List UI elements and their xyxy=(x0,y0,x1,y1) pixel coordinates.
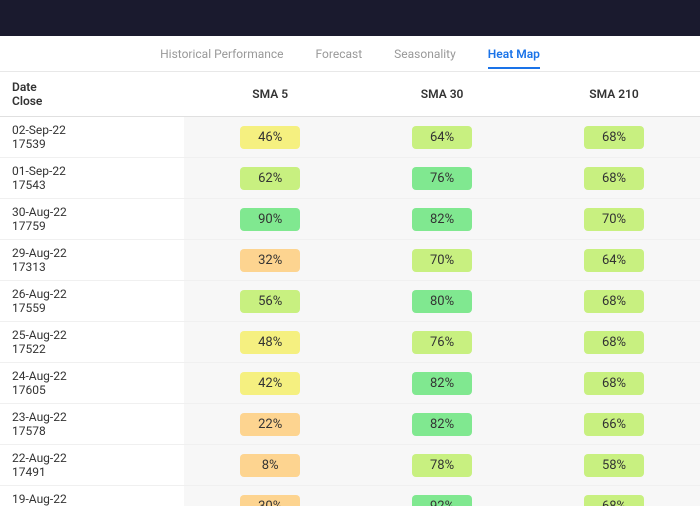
cell-value-sma5: 46% xyxy=(240,126,300,149)
cell-sma30: 82% xyxy=(356,199,528,240)
cell-value-sma30: 82% xyxy=(412,413,472,436)
cell-sma210: 68% xyxy=(528,117,700,158)
cell-value-sma210: 68% xyxy=(584,126,644,149)
cell-value-sma210: 68% xyxy=(584,372,644,395)
cell-sma5: 42% xyxy=(184,363,356,404)
tab-heatmap[interactable]: Heat Map xyxy=(488,47,540,69)
cell-value-sma30: 70% xyxy=(412,249,472,272)
cell-date: 22-Aug-2217491 xyxy=(0,445,184,486)
tabs-bar: Historical Performance Forecast Seasonalit… xyxy=(0,36,700,72)
cell-value-sma5: 62% xyxy=(240,167,300,190)
cell-sma210: 58% xyxy=(528,445,700,486)
cell-date: 26-Aug-2217559 xyxy=(0,281,184,322)
cell-value-sma5: 32% xyxy=(240,249,300,272)
table-row: 02-Sep-2217539 46% 64% 68% xyxy=(0,117,700,158)
cell-sma5: 90% xyxy=(184,199,356,240)
cell-sma30: 64% xyxy=(356,117,528,158)
cell-sma30: 78% xyxy=(356,445,528,486)
cell-value-sma5: 8% xyxy=(240,454,300,477)
cell-sma210: 68% xyxy=(528,486,700,506)
cell-value-sma210: 68% xyxy=(584,167,644,190)
cell-value-sma30: 80% xyxy=(412,290,472,313)
cell-sma210: 70% xyxy=(528,199,700,240)
cell-sma5: 22% xyxy=(184,404,356,445)
cell-date: 25-Aug-2217522 xyxy=(0,322,184,363)
cell-value-sma30: 82% xyxy=(412,208,472,231)
table-row: 26-Aug-2217559 56% 80% 68% xyxy=(0,281,700,322)
cell-sma5: 32% xyxy=(184,240,356,281)
cell-value-sma30: 64% xyxy=(412,126,472,149)
tab-forecast[interactable]: Forecast xyxy=(316,47,363,69)
cell-sma30: 92% xyxy=(356,486,528,506)
cell-value-sma5: 42% xyxy=(240,372,300,395)
cell-value-sma30: 78% xyxy=(412,454,472,477)
table-row: 22-Aug-2217491 8% 78% 58% xyxy=(0,445,700,486)
header xyxy=(0,0,700,36)
cell-date: 01-Sep-2217543 xyxy=(0,158,184,199)
cell-sma5: 8% xyxy=(184,445,356,486)
cell-sma210: 64% xyxy=(528,240,700,281)
cell-date: 19-Aug-2217758 xyxy=(0,486,184,506)
cell-sma30: 70% xyxy=(356,240,528,281)
col-header-date: DateClose xyxy=(0,72,184,117)
cell-sma5: 62% xyxy=(184,158,356,199)
cell-sma30: 80% xyxy=(356,281,528,322)
cell-value-sma210: 64% xyxy=(584,249,644,272)
cell-sma5: 56% xyxy=(184,281,356,322)
cell-sma30: 76% xyxy=(356,322,528,363)
cell-value-sma210: 58% xyxy=(584,454,644,477)
tab-historical[interactable]: Historical Performance xyxy=(160,47,283,69)
table-container: DateCloseSMA 5SMA 30SMA 210 02-Sep-22175… xyxy=(0,72,700,506)
cell-value-sma5: 48% xyxy=(240,331,300,354)
cell-date: 29-Aug-2217313 xyxy=(0,240,184,281)
cell-value-sma5: 56% xyxy=(240,290,300,313)
cell-value-sma210: 68% xyxy=(584,331,644,354)
table-row: 29-Aug-2217313 32% 70% 64% xyxy=(0,240,700,281)
table-row: 01-Sep-2217543 62% 76% 68% xyxy=(0,158,700,199)
table-row: 23-Aug-2217578 22% 82% 66% xyxy=(0,404,700,445)
cell-value-sma210: 68% xyxy=(584,290,644,313)
cell-sma5: 30% xyxy=(184,486,356,506)
cell-value-sma210: 68% xyxy=(584,495,644,506)
table-row: 19-Aug-2217758 30% 92% 68% xyxy=(0,486,700,506)
table-row: 24-Aug-2217605 42% 82% 68% xyxy=(0,363,700,404)
cell-value-sma210: 66% xyxy=(584,413,644,436)
cell-sma210: 68% xyxy=(528,322,700,363)
col-header-sma30: SMA 30 xyxy=(356,72,528,117)
tab-seasonality[interactable]: Seasonality xyxy=(394,47,456,69)
cell-date: 23-Aug-2217578 xyxy=(0,404,184,445)
heatmap-table: DateCloseSMA 5SMA 30SMA 210 02-Sep-22175… xyxy=(0,72,700,506)
col-header-sma5: SMA 5 xyxy=(184,72,356,117)
cell-value-sma30: 76% xyxy=(412,167,472,190)
cell-date: 24-Aug-2217605 xyxy=(0,363,184,404)
cell-sma210: 66% xyxy=(528,404,700,445)
cell-sma210: 68% xyxy=(528,363,700,404)
table-row: 25-Aug-2217522 48% 76% 68% xyxy=(0,322,700,363)
cell-value-sma5: 22% xyxy=(240,413,300,436)
cell-sma210: 68% xyxy=(528,158,700,199)
cell-value-sma5: 90% xyxy=(240,208,300,231)
cell-value-sma30: 92% xyxy=(412,495,472,506)
cell-value-sma210: 70% xyxy=(584,208,644,231)
cell-date: 02-Sep-2217539 xyxy=(0,117,184,158)
cell-value-sma5: 30% xyxy=(240,495,300,506)
table-row: 30-Aug-2217759 90% 82% 70% xyxy=(0,199,700,240)
cell-sma30: 76% xyxy=(356,158,528,199)
cell-sma30: 82% xyxy=(356,404,528,445)
cell-sma5: 46% xyxy=(184,117,356,158)
cell-value-sma30: 76% xyxy=(412,331,472,354)
col-header-sma210: SMA 210 xyxy=(528,72,700,117)
cell-sma210: 68% xyxy=(528,281,700,322)
cell-sma30: 82% xyxy=(356,363,528,404)
cell-sma5: 48% xyxy=(184,322,356,363)
cell-value-sma30: 82% xyxy=(412,372,472,395)
cell-date: 30-Aug-2217759 xyxy=(0,199,184,240)
